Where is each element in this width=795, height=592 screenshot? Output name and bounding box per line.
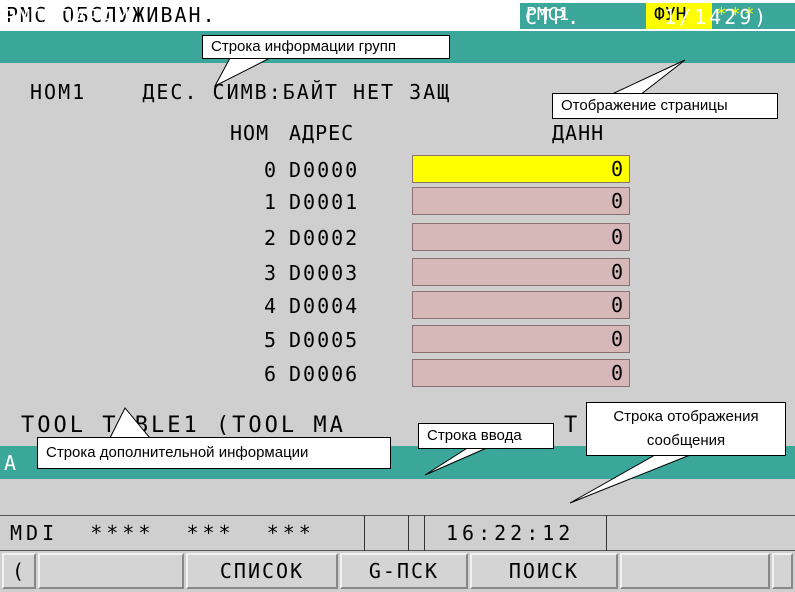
callout-additional-info: Строка дополнительной информации <box>37 437 391 469</box>
callout-group-info: Строка информации групп <box>202 35 450 59</box>
callout-pointers <box>109 57 691 504</box>
callout-message-line: Строка отображения сообщения <box>586 402 786 456</box>
callout-page-display: Отображение страницы <box>552 93 778 119</box>
callout-input-line: Строка ввода <box>418 423 554 449</box>
